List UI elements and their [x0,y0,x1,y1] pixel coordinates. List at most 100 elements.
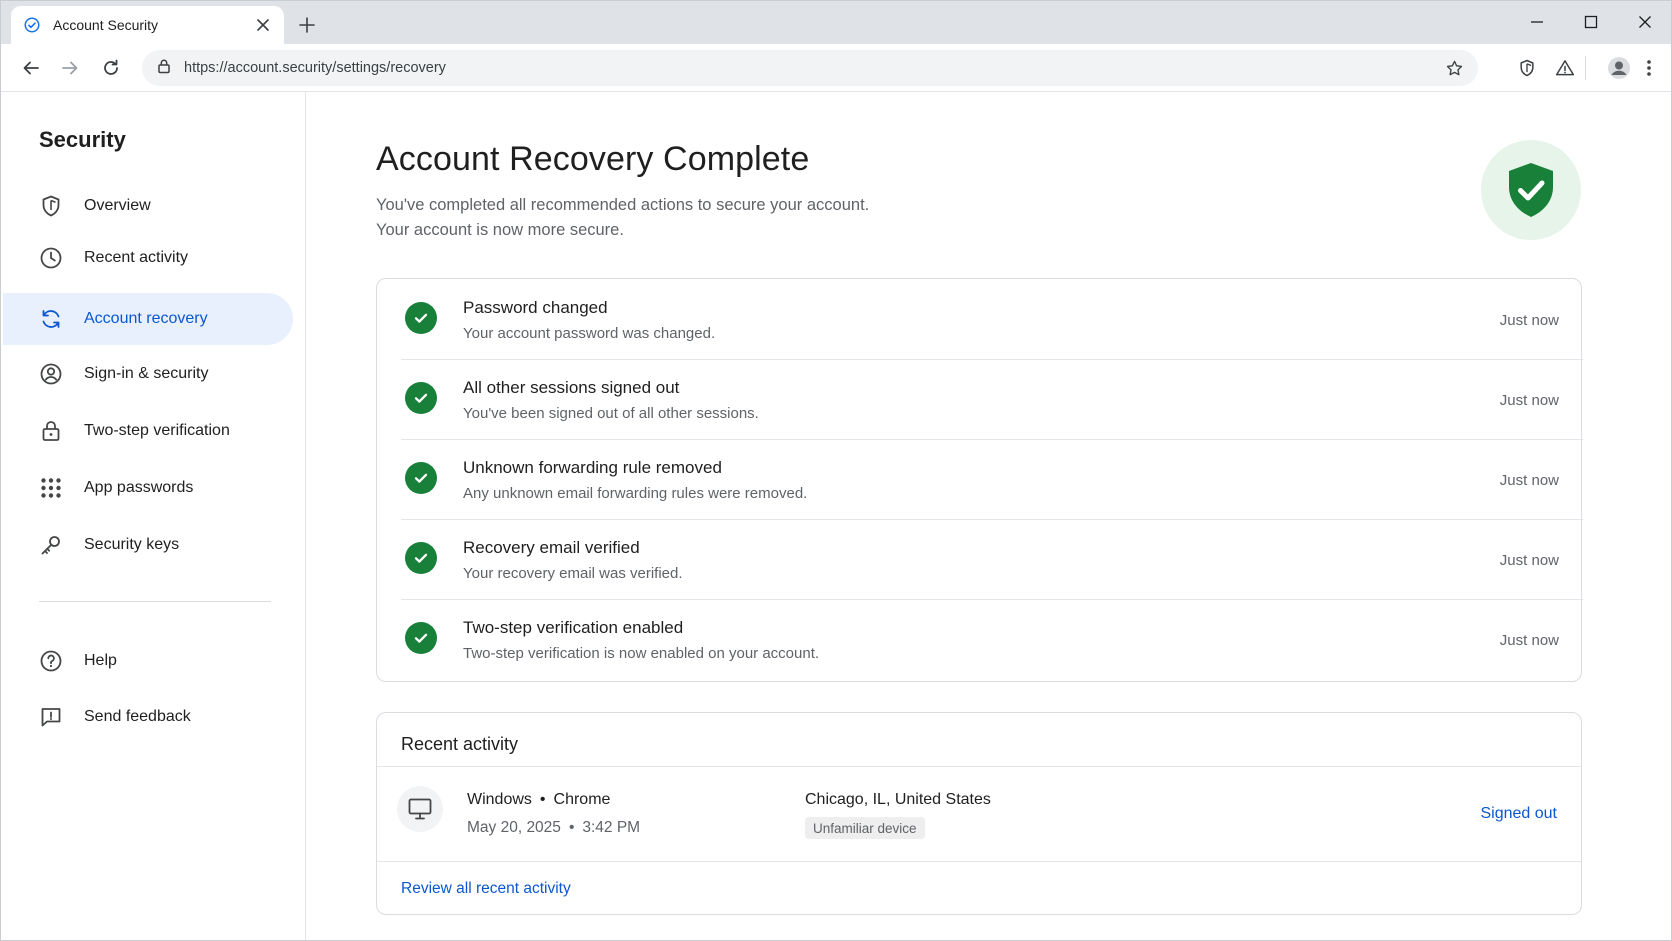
review-all-activity-link[interactable]: Review all recent activity [401,880,571,898]
action-description: Any unknown email forwarding rules were … [463,485,808,502]
toolbar-separator [1585,56,1586,80]
minimize-icon[interactable] [1517,7,1557,37]
browser-toolbar: https://account.security/settings/recove… [1,44,1671,92]
sidebar-item-label: Security keys [84,536,180,553]
feedback-icon [39,705,63,729]
sidebar-item-label: Sign-in & security [84,365,209,382]
forward-arrow-icon[interactable] [56,54,84,82]
list-item: Password changed Your account password w… [401,279,1583,359]
browser-window: Account Security https://account.securit… [0,0,1672,941]
sidebar-divider [39,601,271,602]
user-circle-icon [39,362,63,386]
list-item: Recovery email verified Your recovery em… [401,519,1583,599]
sidebar-item-label: Overview [84,197,151,214]
check-circle-icon [405,382,437,414]
subtitle-line-2: Your account is now more secure. [376,221,624,239]
action-description: Your recovery email was verified. [463,565,683,582]
action-description: Two-step verification is now enabled on … [463,645,820,662]
status-badge: Unfamiliar device [805,817,925,839]
sidebar-item-app-passwords[interactable]: App passwords [3,462,293,514]
help-icon [39,649,63,673]
device-os: Windows [467,791,532,808]
tab-close-icon[interactable] [254,16,272,34]
activity-location: Chicago, IL, United States [805,791,991,808]
shield-check-favicon-icon [23,16,41,34]
device-os-browser: Windows • Chrome [467,791,610,809]
sidebar-item-account-recovery[interactable]: Account recovery [3,293,293,345]
recent-activity-title: Recent activity [401,734,519,754]
maximize-icon[interactable] [1571,7,1611,37]
activity-time: 3:42 PM [582,819,641,836]
kebab-menu-icon[interactable] [1635,54,1663,82]
sidebar-item-security-keys[interactable]: Security keys [3,519,293,571]
sidebar-item-sign-in-security[interactable]: Sign-in & security [3,348,293,400]
refresh-icon [39,307,63,331]
device-browser: Chrome [553,791,611,808]
page-title: Account Recovery Complete [376,140,810,178]
action-time: Just now [1499,552,1559,569]
sidebar-item-send-feedback[interactable]: Send feedback [3,691,293,743]
action-title: Unknown forwarding rule removed [463,458,722,477]
main-content: Account Recovery Complete You've complet… [307,92,1671,940]
sidebar-item-label: Help [84,652,117,669]
sidebar-title: Security [39,127,126,152]
lock-icon [156,58,172,79]
back-arrow-icon[interactable] [17,54,45,82]
profile-avatar-icon[interactable] [1605,54,1633,82]
recent-activity-card: Recent activity Windows • Chrome May 20, 2… [376,712,1582,915]
check-circle-icon [405,302,437,334]
monitor-icon [397,786,443,832]
url-text: https://account.security/settings/recove… [184,60,446,76]
check-circle-icon [405,542,437,574]
action-time: Just now [1499,632,1559,649]
card-divider [377,861,1581,862]
browser-tab[interactable]: Account Security [11,6,284,44]
reload-icon[interactable] [97,54,125,82]
sidebar-item-recent-activity[interactable]: Recent activity [3,232,293,284]
sidebar-item-help[interactable]: Help [3,635,293,687]
clock-icon [39,246,63,270]
check-circle-icon [405,462,437,494]
lock-icon [39,419,63,443]
sidebar-item-label: Recent activity [84,249,189,266]
check-circle-icon [405,622,437,654]
sidebar-item-label: Send feedback [84,708,191,725]
sidebar-item-two-step-verification[interactable]: Two-step verification [3,405,293,457]
card-divider [377,766,1581,767]
signed-out-link[interactable]: Signed out [1480,805,1557,823]
sidebar-item-label: Account recovery [84,310,208,327]
separator-dot: • [539,791,546,808]
subtitle-line-1: You've completed all recommended actions… [376,196,870,214]
key-icon [39,533,63,557]
address-bar[interactable]: https://account.security/settings/recove… [142,50,1478,86]
list-item: Unknown forwarding rule removed Any unkn… [401,439,1583,519]
action-description: You've been signed out of all other sess… [463,405,759,422]
sidebar: Security Overview Recent activity Accoun… [1,92,306,940]
action-title: Two-step verification enabled [463,618,684,637]
close-window-icon[interactable] [1625,7,1665,37]
shield-icon [39,194,63,218]
tab-title: Account Security [53,17,159,33]
new-tab-icon[interactable] [293,11,321,39]
warning-icon[interactable] [1551,54,1579,82]
action-title: Password changed [463,298,608,317]
action-time: Just now [1499,472,1559,489]
shield-extension-icon[interactable] [1513,54,1541,82]
action-title: Recovery email verified [463,538,640,557]
bookmark-star-icon[interactable] [1444,58,1464,78]
sidebar-item-overview[interactable]: Overview [3,180,293,232]
action-title: All other sessions signed out [463,378,680,397]
completed-actions-card: Password changed Your account password w… [376,278,1583,682]
action-time: Just now [1499,392,1559,409]
separator-dot: • [568,819,575,836]
list-item: All other sessions signed out You've bee… [401,359,1583,439]
list-item: Two-step verification enabled Two-step v… [401,599,1583,679]
sidebar-item-label: App passwords [84,479,194,496]
sidebar-item-label: Two-step verification [84,422,230,439]
grid-icon [39,476,63,500]
action-time: Just now [1499,312,1559,329]
activity-date: May 20, 2025 [467,819,561,836]
tab-strip: Account Security [1,1,1671,44]
activity-datetime: May 20, 2025 • 3:42 PM [467,819,640,837]
action-description: Your account password was changed. [463,325,716,342]
